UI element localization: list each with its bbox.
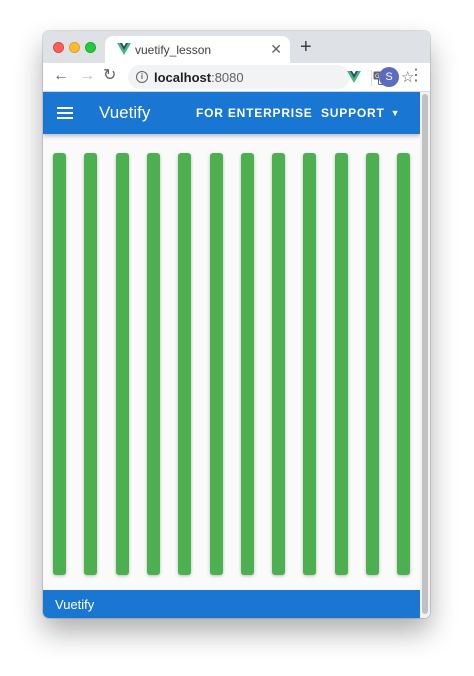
app-title: Vuetify (99, 103, 151, 122)
stripe-column (84, 153, 98, 575)
browser-window: vuetify_lesson ✕ + ← → ↻ i localhost:808… (43, 31, 430, 618)
browser-tab[interactable]: vuetify_lesson ✕ (105, 36, 290, 63)
info-icon[interactable]: i (136, 71, 148, 83)
new-tab-button[interactable]: + (300, 36, 312, 58)
stripe-column (303, 153, 317, 575)
minimize-window-button[interactable] (69, 42, 80, 53)
stripe-column (366, 153, 379, 575)
back-arrow-icon[interactable]: ← (53, 66, 69, 86)
caret-down-icon: ▼ (390, 108, 401, 118)
support-label: SUPPORT (321, 106, 385, 120)
vue-favicon-icon (117, 43, 131, 55)
stripe-grid (43, 134, 420, 592)
stripe-column (209, 153, 223, 575)
kebab-menu-icon[interactable]: ⋮ (408, 66, 424, 86)
tab-title: vuetify_lesson (135, 43, 212, 57)
address-bar[interactable]: i localhost:8080 G ☆ (128, 65, 414, 89)
app-footer: Vuetify (43, 590, 420, 618)
close-window-button[interactable] (53, 42, 64, 53)
footer-text: Vuetify (55, 597, 95, 612)
stripe-column (115, 153, 129, 575)
stripe-column (397, 153, 411, 575)
forward-arrow-icon[interactable]: → (79, 66, 95, 86)
url-text: localhost:8080 (154, 70, 244, 85)
stripe-column (53, 153, 66, 575)
support-menu-button[interactable]: SUPPORT ▼ (321, 106, 400, 120)
url-host: localhost (154, 70, 212, 85)
app-toolbar: Vuetify FOR ENTERPRISE SUPPORT ▼ (43, 92, 420, 134)
page-viewport: Vuetify FOR ENTERPRISE SUPPORT ▼ Vuetify (43, 92, 430, 618)
tab-close-icon[interactable]: ✕ (270, 40, 282, 58)
scrollbar-thumb[interactable] (422, 94, 428, 614)
browser-toolbar: ← → ↻ i localhost:8080 G ☆ S ⋮ (43, 63, 430, 92)
for-enterprise-button[interactable]: FOR ENTERPRISE (196, 106, 313, 120)
profile-avatar[interactable]: S (379, 67, 399, 87)
zoom-window-button[interactable] (85, 42, 96, 53)
tab-strip: vuetify_lesson ✕ + (43, 31, 430, 63)
url-port: :8080 (211, 70, 244, 85)
reload-icon[interactable]: ↻ (103, 66, 116, 86)
stripe-column (272, 153, 286, 575)
hamburger-menu-icon[interactable] (57, 107, 73, 119)
stripe-column (146, 153, 160, 575)
stripe-column (178, 153, 192, 575)
toolbar-divider (371, 70, 372, 86)
stripe-column (334, 153, 348, 575)
vue-extension-icon[interactable] (347, 71, 361, 83)
stripe-column (240, 153, 254, 575)
scrollbar[interactable] (420, 92, 430, 618)
